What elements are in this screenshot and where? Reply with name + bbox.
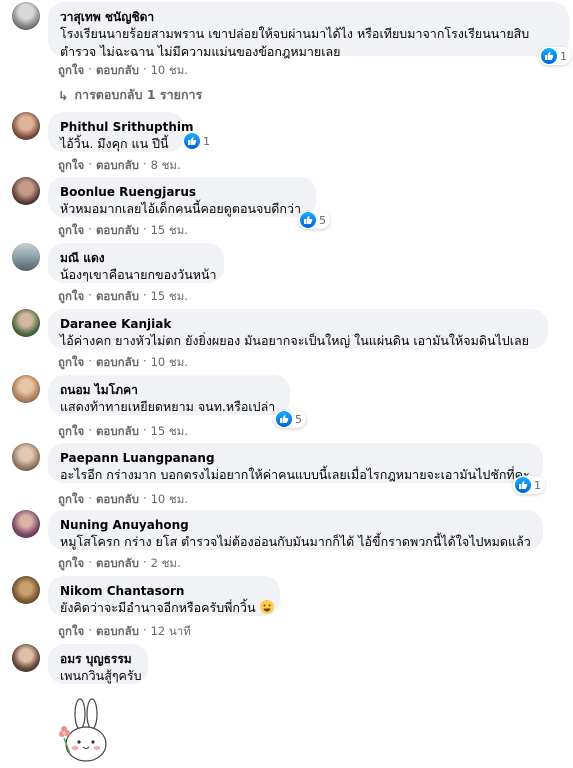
avatar[interactable]	[12, 510, 40, 538]
like-icon	[515, 477, 531, 493]
author-name[interactable]: Daranee Kanjiak	[60, 316, 536, 332]
avatar[interactable]	[12, 2, 40, 30]
comment-bubble: Boonlue Ruengjarus หัวหมอมากเลยไอ้เด็กคน…	[48, 177, 330, 229]
grinning-emoji-icon	[259, 600, 274, 614]
like-icon	[276, 411, 292, 427]
reply-button[interactable]: ตอบกลับ	[96, 288, 139, 306]
reply-button[interactable]: ตอบกลับ	[96, 491, 139, 509]
comment-bubble: Nuning Anuyahong หมูโสโครก กร่าง ยโส ตำร…	[48, 510, 543, 550]
reply-button[interactable]: ตอบกลับ	[96, 222, 139, 240]
comment-bubble: Paepann Luangpanang อะไรอีก กร่างมาก บอก…	[48, 443, 545, 494]
comment-actions: ถูกใจ · ตอบกลับ · 15 ชม.	[58, 222, 188, 240]
comment-actions: ถูกใจ · ตอบกลับ · 12 นาที	[58, 623, 191, 641]
comment-text: ตำรวจ ไม่ฉะฉาน ไม่มีความแม่นของข้อกฎหมาย…	[60, 44, 341, 59]
comment-text: อะไรอีก กร่างมาก บอกตรงไม่อยากให้ค่าคนแบ…	[60, 467, 530, 482]
comment-text: ไอ้ค่างคก ยางหัวไม่ตก ยังยิ่งผยอง มันอยา…	[60, 333, 529, 348]
like-button[interactable]: ถูกใจ	[58, 222, 84, 240]
avatar[interactable]	[12, 576, 40, 604]
reply-button[interactable]: ตอบกลับ	[96, 623, 139, 641]
comment-bubble: ถนอม ไมโภคา แสดงท้าทายเหยียดหยาม จนท.หรื…	[48, 375, 306, 428]
like-button[interactable]: ถูกใจ	[58, 423, 84, 441]
author-name[interactable]: อมร บุญธรรม	[60, 651, 136, 667]
author-name[interactable]: Nuning Anuyahong	[60, 517, 531, 533]
like-button[interactable]: ถูกใจ	[58, 491, 84, 509]
reaction-count[interactable]: 5	[298, 211, 330, 229]
timestamp[interactable]: 15 ชม.	[151, 288, 188, 306]
comment-actions: ถูกใจ · ตอบกลับ · 10 ชม.	[58, 491, 188, 509]
timestamp[interactable]: 15 ชม.	[151, 222, 188, 240]
comment-bubble: วาสุเทพ ชนัญชิดา โรงเรียนนายร้อยสามพราน …	[48, 2, 571, 65]
author-name[interactable]: ถนอม ไมโภคา	[60, 382, 278, 398]
like-button[interactable]: ถูกใจ	[58, 354, 84, 372]
reply-button[interactable]: ตอบกลับ	[96, 157, 139, 175]
comment-actions: ถูกใจ · ตอบกลับ · 10 ชม.	[58, 62, 188, 80]
like-button[interactable]: ถูกใจ	[58, 623, 84, 641]
comment-text: หมูโสโครก กร่าง ยโส ตำรวจไม่ต้องอ่อนกับม…	[60, 534, 531, 549]
comment-actions: ถูกใจ · ตอบกลับ · 15 ชม.	[58, 288, 188, 306]
timestamp[interactable]: 12 นาที	[151, 623, 191, 641]
timestamp[interactable]: 15 ชม.	[151, 423, 188, 441]
timestamp[interactable]: 2 ชม.	[151, 555, 181, 573]
author-name[interactable]: Phithul Srithupthim	[60, 119, 194, 135]
comment-text: น้องๆเขาคือนายกของวันหน้า	[60, 267, 217, 282]
timestamp[interactable]: 10 ชม.	[151, 491, 188, 509]
author-name[interactable]: Boonlue Ruengjarus	[60, 184, 304, 200]
comment-text: หัวหมอมากเลยไอ้เด็กคนนี้คอยดูตอนจบดีกว่า	[60, 201, 301, 216]
reply-arrow-icon: ↳	[58, 87, 69, 103]
comment-actions: ถูกใจ · ตอบกลับ · 15 ชม.	[58, 423, 188, 441]
like-button[interactable]: ถูกใจ	[58, 288, 84, 306]
bunny-sticker	[50, 692, 120, 768]
timestamp[interactable]: 10 ชม.	[151, 354, 188, 372]
like-button[interactable]: ถูกใจ	[58, 62, 84, 80]
avatar[interactable]	[12, 243, 40, 271]
like-button[interactable]: ถูกใจ	[58, 157, 84, 175]
reaction-count[interactable]: 1	[539, 47, 571, 65]
timestamp[interactable]: 10 ชม.	[151, 62, 188, 80]
avatar[interactable]	[12, 309, 40, 337]
like-icon	[541, 48, 557, 64]
author-name[interactable]: มณี แดง	[60, 250, 212, 266]
comment-bubble: อมร บุญธรรม เพนกวินสู้ๆครับ	[48, 644, 148, 684]
avatar[interactable]	[12, 375, 40, 403]
author-name[interactable]: Nikom Chantasorn	[60, 583, 268, 599]
comment-actions: ถูกใจ · ตอบกลับ · 10 ชม.	[58, 354, 188, 372]
comment-bubble: Nikom Chantasorn ยังคิดว่าจะมีอำนาจอีกหร…	[48, 576, 280, 616]
avatar[interactable]	[12, 177, 40, 205]
like-icon	[184, 133, 200, 149]
reaction-count[interactable]: 1	[513, 476, 545, 494]
comment-text: เพนกวินสู้ๆครับ	[60, 668, 142, 683]
comment-text: ไอ้วิ้น. มึงคุก แน ปีนี้	[60, 136, 169, 151]
avatar[interactable]	[12, 443, 40, 471]
reply-button[interactable]: ตอบกลับ	[96, 62, 139, 80]
timestamp[interactable]: 8 ชม.	[151, 157, 181, 175]
reply-button[interactable]: ตอบกลับ	[96, 423, 139, 441]
reaction-count[interactable]: 5	[274, 410, 306, 428]
like-icon	[300, 212, 316, 228]
like-button[interactable]: ถูกใจ	[58, 555, 84, 573]
comment-text: แสดงท้าทายเหยียดหยาม จนท.หรือเปล่า	[60, 399, 276, 414]
avatar[interactable]	[12, 644, 40, 672]
reply-button[interactable]: ตอบกลับ	[96, 555, 139, 573]
view-replies-link[interactable]: ↳ การตอบกลับ 1 รายการ	[58, 85, 202, 105]
comment-bubble: Daranee Kanjiak ไอ้ค่างคก ยางหัวไม่ตก ยั…	[48, 309, 548, 349]
comment-text: โรงเรียนนายร้อยสามพราน เขาปล่อยให้จบผ่าน…	[60, 26, 530, 41]
comment-actions: ถูกใจ · ตอบกลับ · 2 ชม.	[58, 555, 181, 573]
comment-actions: ถูกใจ · ตอบกลับ · 8 ชม.	[58, 157, 181, 175]
reply-button[interactable]: ตอบกลับ	[96, 354, 139, 372]
comment-bubble: Phithul Srithupthim ไอ้วิ้น. มึงคุก แน ป…	[48, 112, 210, 152]
comment-bubble: มณี แดง น้องๆเขาคือนายกของวันหน้า	[48, 243, 224, 283]
avatar[interactable]	[12, 112, 40, 140]
author-name[interactable]: วาสุเทพ ชนัญชิดา	[60, 9, 557, 25]
comment-text: ยังคิดว่าจะมีอำนาจอีกหรือครับพี่กวิ้น	[60, 599, 274, 617]
author-name[interactable]: Paepann Luangpanang	[60, 450, 531, 466]
reaction-count[interactable]: 1	[182, 132, 214, 150]
